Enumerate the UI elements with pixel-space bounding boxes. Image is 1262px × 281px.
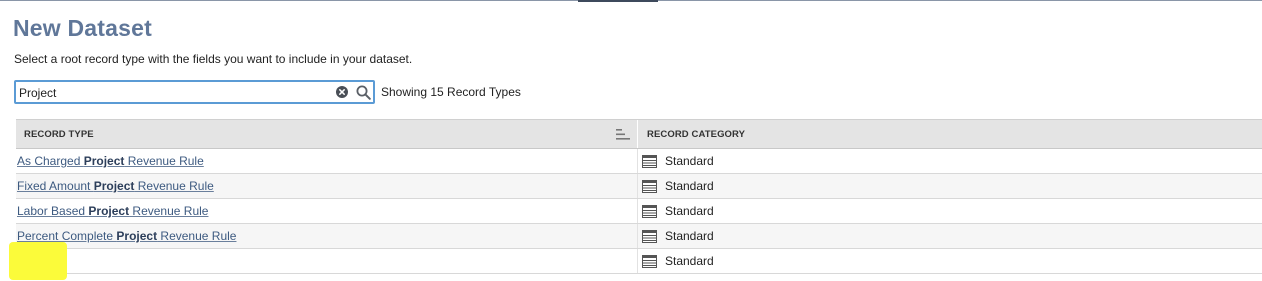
top-divider-active-tab xyxy=(578,0,658,2)
table-icon xyxy=(642,154,657,168)
record-type-link[interactable]: As Charged Project Revenue Rule xyxy=(17,154,204,168)
record-type-cell: Percent Complete Project Revenue Rule xyxy=(16,224,638,248)
highlight-marker xyxy=(9,242,67,280)
page-instructions: Select a root record type with the field… xyxy=(14,52,413,66)
table-body: As Charged Project Revenue Rule Standard… xyxy=(16,149,1262,274)
page-title: New Dataset xyxy=(13,15,152,41)
link-prefix: Percent Complete xyxy=(17,229,117,243)
link-match: Project xyxy=(83,154,125,168)
record-category-cell: Standard xyxy=(638,224,1262,248)
clear-icon[interactable] xyxy=(336,86,348,98)
record-category-cell: Standard xyxy=(638,249,1262,273)
table-row: Labor Based Project Revenue Rule Standar… xyxy=(16,199,1262,224)
column-header-record-type[interactable]: RECORD TYPE xyxy=(16,120,638,148)
link-suffix: Revenue Rule xyxy=(124,154,204,168)
link-match: Project xyxy=(116,229,158,243)
column-header-record-category[interactable]: RECORD CATEGORY xyxy=(638,120,1262,148)
record-type-cell: Labor Based Project Revenue Rule xyxy=(16,199,638,223)
column-header-label: RECORD TYPE xyxy=(24,128,94,140)
link-match: Project xyxy=(88,204,130,218)
record-category-label: Standard xyxy=(665,179,714,193)
table-header: RECORD TYPE RECORD CATEGORY xyxy=(16,119,1262,149)
column-header-label: RECORD CATEGORY xyxy=(647,128,746,140)
table-icon xyxy=(642,254,657,268)
record-category-label: Standard xyxy=(665,254,714,268)
record-type-table: RECORD TYPE RECORD CATEGORY As Charged P… xyxy=(16,119,1262,274)
link-prefix: As Charged xyxy=(17,154,84,168)
table-row: Percent Complete Project Revenue Rule St… xyxy=(16,224,1262,249)
record-type-link[interactable]: Fixed Amount Project Revenue Rule xyxy=(17,179,214,193)
record-category-cell: Standard xyxy=(638,149,1262,173)
search-icon[interactable] xyxy=(356,85,371,100)
record-category-cell: Standard xyxy=(638,199,1262,223)
search-box xyxy=(14,80,375,104)
link-suffix: Revenue Rule xyxy=(129,204,209,218)
record-category-label: Standard xyxy=(665,154,714,168)
table-row: Fixed Amount Project Revenue Rule Standa… xyxy=(16,174,1262,199)
table-icon xyxy=(642,229,657,243)
record-type-cell: As Charged Project Revenue Rule xyxy=(16,149,638,173)
table-icon xyxy=(642,204,657,218)
link-match: Project xyxy=(93,179,135,193)
record-type-cell: Project xyxy=(16,249,638,273)
record-type-link[interactable]: Percent Complete Project Revenue Rule xyxy=(17,229,236,243)
link-prefix: Labor Based xyxy=(17,204,89,218)
search-input[interactable] xyxy=(19,84,329,101)
link-suffix: Revenue Rule xyxy=(134,179,214,193)
record-category-cell: Standard xyxy=(638,174,1262,198)
record-category-label: Standard xyxy=(665,204,714,218)
link-prefix: Fixed Amount xyxy=(17,179,94,193)
link-suffix: Revenue Rule xyxy=(157,229,237,243)
table-icon xyxy=(642,179,657,193)
record-category-label: Standard xyxy=(665,229,714,243)
record-type-link[interactable]: Labor Based Project Revenue Rule xyxy=(17,204,208,218)
table-row: Project Standard xyxy=(16,249,1262,274)
sort-icon[interactable] xyxy=(616,129,630,140)
result-count: Showing 15 Record Types xyxy=(381,85,521,99)
table-row: As Charged Project Revenue Rule Standard xyxy=(16,149,1262,174)
record-type-cell: Fixed Amount Project Revenue Rule xyxy=(16,174,638,198)
